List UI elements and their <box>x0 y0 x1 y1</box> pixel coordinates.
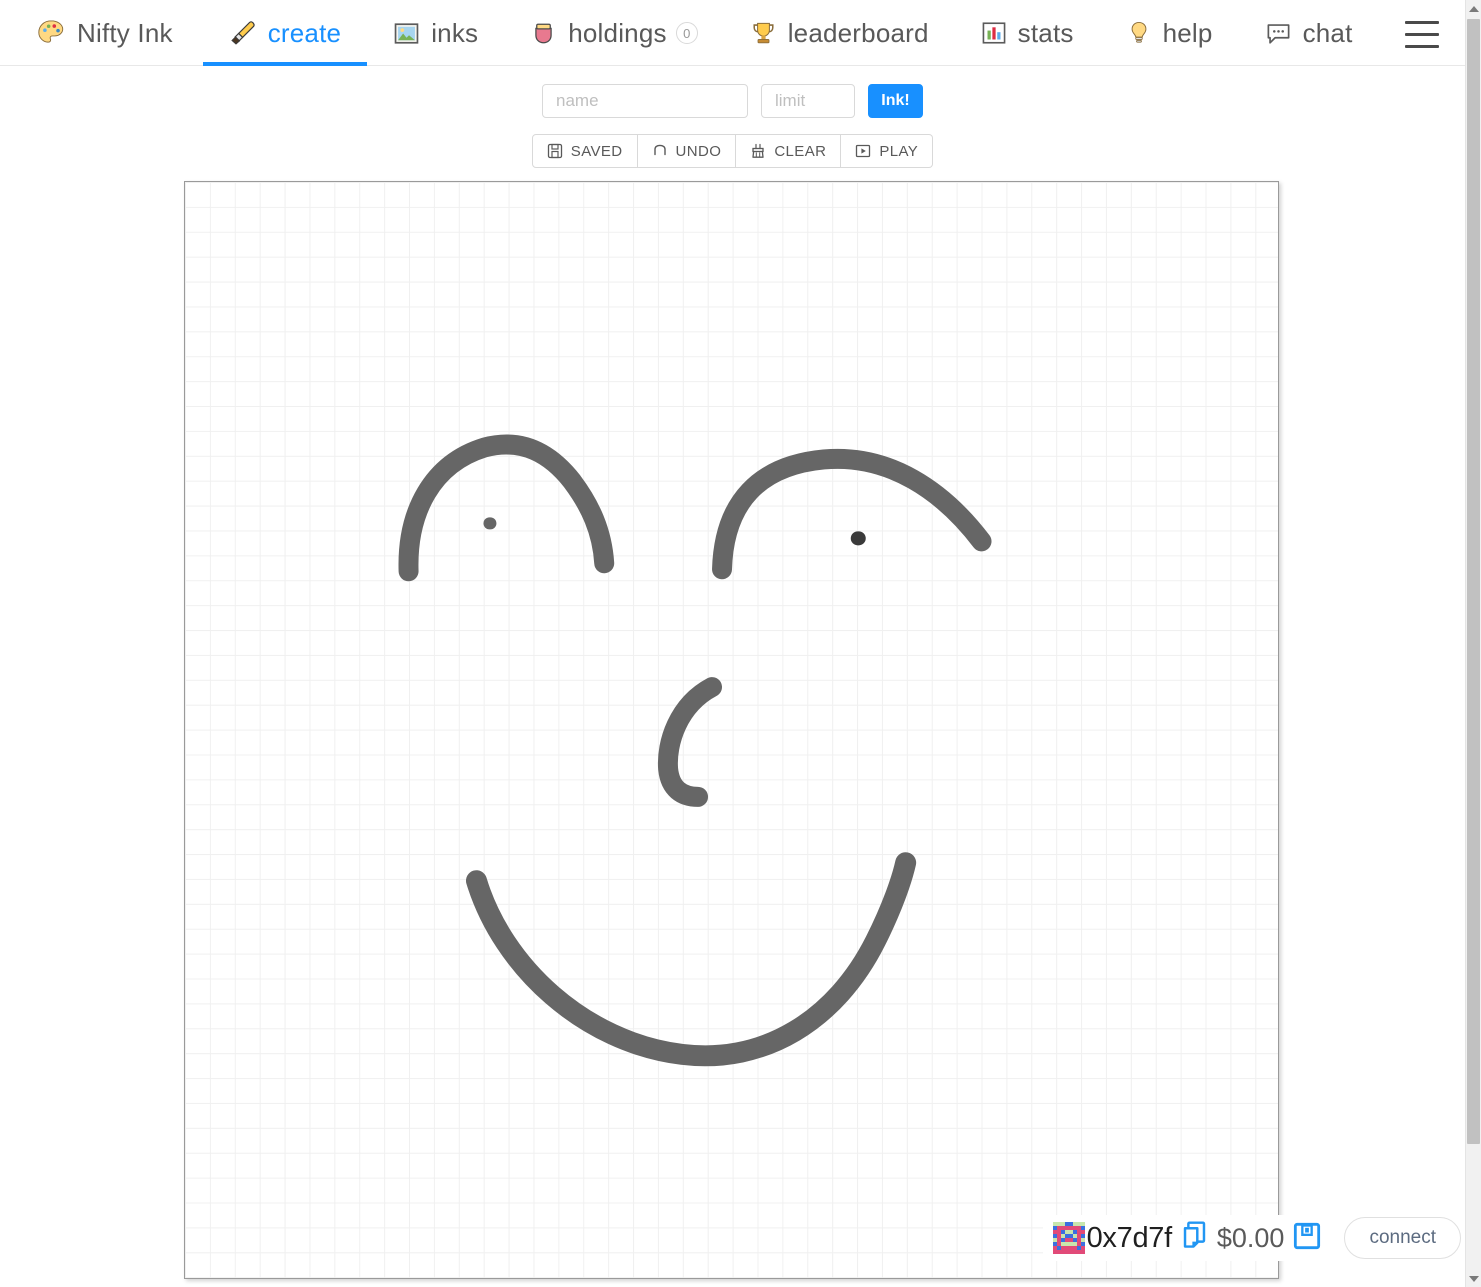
broom-icon <box>750 143 766 159</box>
play-button-label: PLAY <box>879 142 919 160</box>
nav-tab-help-label: help <box>1162 17 1213 48</box>
copy-icon[interactable] <box>1181 1221 1208 1255</box>
nav-tab-stats[interactable]: stats <box>955 0 1100 66</box>
nav-tab-create-label: create <box>267 17 342 48</box>
saved-button[interactable]: SAVED <box>531 134 638 168</box>
nav-tab-create[interactable]: create <box>202 0 368 66</box>
blockie-avatar <box>1052 1222 1085 1254</box>
nav-tab-chat[interactable]: chat <box>1239 0 1379 66</box>
nav-item-list: Nifty Ink create inks holdings 0 leaderb… <box>0 0 1465 66</box>
undo-icon <box>652 143 668 159</box>
brand-logo[interactable]: Nifty Ink <box>36 0 173 66</box>
ink-submit-button[interactable]: Ink! <box>868 84 923 118</box>
play-icon <box>855 143 871 159</box>
ink-form: Ink! <box>0 84 1465 118</box>
clear-button-label: CLEAR <box>774 142 827 160</box>
action-button-group: SAVED UNDO CLEAR PLAY <box>531 134 934 168</box>
scrollbar-down-arrow[interactable] <box>1466 1270 1481 1287</box>
hamburger-line <box>1404 45 1439 48</box>
nav-tab-holdings-label: holdings <box>568 17 667 48</box>
nav-tab-holdings[interactable]: holdings 0 <box>504 0 723 66</box>
save-icon <box>547 143 563 159</box>
hamburger-menu-icon[interactable] <box>1404 18 1439 48</box>
coin-purse-icon <box>530 20 557 47</box>
light-bulb-icon <box>1126 20 1152 46</box>
canvas-drawing <box>398 434 992 1067</box>
palette-icon <box>36 18 66 48</box>
stroke-right-eyebrow <box>712 448 992 580</box>
nav-tab-stats-label: stats <box>1017 17 1074 48</box>
trophy-icon <box>750 20 777 47</box>
nav-tab-help[interactable]: help <box>1100 0 1239 66</box>
scrollbar-thumb[interactable] <box>1467 19 1480 1144</box>
floppy-disk-icon[interactable] <box>1293 1222 1321 1255</box>
canvas-action-bar: SAVED UNDO CLEAR PLAY <box>0 134 1465 168</box>
stroke-nose <box>657 677 723 807</box>
clear-button[interactable]: CLEAR <box>736 134 842 168</box>
framed-picture-icon <box>393 20 420 47</box>
wallet-address: 0x7d7f <box>1086 1221 1173 1254</box>
top-navigation-bar: Nifty Ink create inks holdings 0 leaderb… <box>0 0 1465 66</box>
connect-button[interactable]: connect <box>1344 1217 1461 1259</box>
page-scrollbar[interactable] <box>1465 0 1481 1287</box>
bar-chart-icon <box>981 20 1007 46</box>
saved-button-label: SAVED <box>570 142 623 160</box>
undo-button-label: UNDO <box>675 142 722 160</box>
scrollbar-up-arrow[interactable] <box>1466 0 1481 17</box>
ink-limit-input[interactable] <box>761 84 855 118</box>
nav-tab-inks-label: inks <box>431 17 479 48</box>
nav-tab-leaderboard-label: leaderboard <box>787 17 929 48</box>
brand-label: Nifty Ink <box>77 17 173 48</box>
holdings-count-badge: 0 <box>675 22 698 44</box>
account-bar: 0x7d7f $0.00 connect <box>1042 1215 1461 1261</box>
nav-tab-inks[interactable]: inks <box>367 0 504 66</box>
ink-name-input[interactable] <box>542 84 748 118</box>
stroke-left-eyebrow <box>398 434 615 582</box>
stroke-mouth <box>465 852 917 1067</box>
arrow-up-icon <box>1468 5 1479 12</box>
undo-button[interactable]: UNDO <box>637 134 737 168</box>
paintbrush-icon <box>229 19 257 47</box>
play-button[interactable]: PLAY <box>841 134 934 168</box>
hamburger-line <box>1404 21 1439 24</box>
speech-balloon-icon <box>1265 20 1292 47</box>
arrow-down-icon <box>1468 1275 1479 1282</box>
nav-tab-chat-label: chat <box>1302 17 1353 48</box>
hamburger-line <box>1404 33 1439 36</box>
drawing-canvas[interactable] <box>184 181 1279 1279</box>
wallet-balance: $0.00 <box>1216 1222 1285 1253</box>
nav-tab-leaderboard[interactable]: leaderboard <box>724 0 955 66</box>
